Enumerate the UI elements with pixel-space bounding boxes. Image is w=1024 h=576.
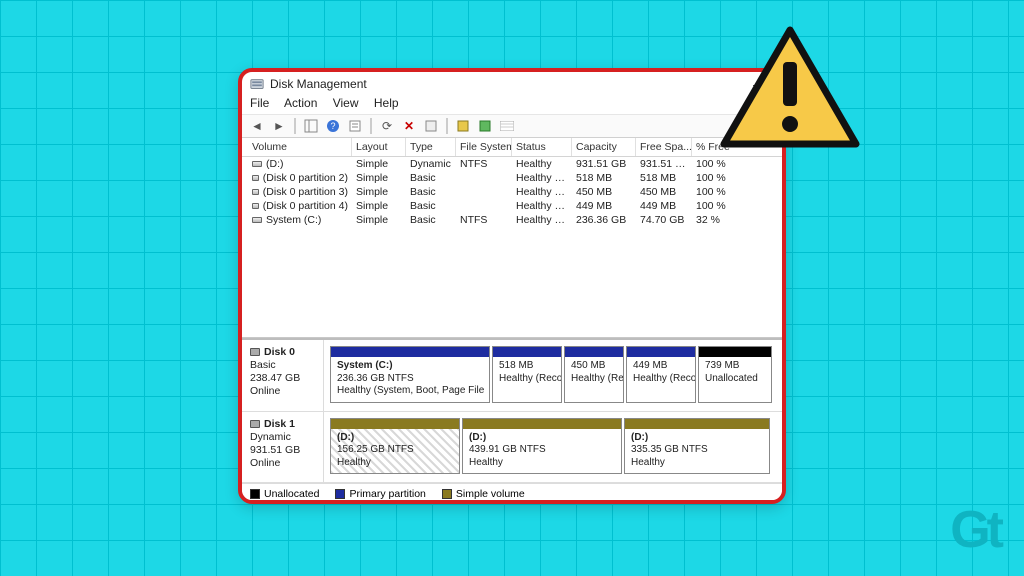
menu-help[interactable]: Help — [374, 96, 399, 110]
partition-block[interactable]: 518 MBHealthy (Recov — [492, 346, 562, 403]
partition-block[interactable]: System (C:)236.36 GB NTFSHealthy (System… — [330, 346, 490, 403]
window-title: Disk Management — [270, 77, 367, 91]
menu-view[interactable]: View — [333, 96, 359, 110]
col-layout[interactable]: Layout — [352, 138, 406, 156]
legend: Unallocated Primary partition Simple vol… — [242, 483, 782, 504]
menu-file[interactable]: File — [250, 96, 269, 110]
show-hide-tree-button[interactable] — [302, 117, 320, 135]
volume-row[interactable]: (Disk 0 partition 4) SimpleBasicHealthy … — [242, 199, 782, 213]
partition-block[interactable]: 739 MBUnallocated — [698, 346, 772, 403]
toolbar: ◄ ► ? ⟳ ✕ — [242, 114, 782, 138]
col-volume[interactable]: Volume — [248, 138, 352, 156]
toolbar-separator — [446, 118, 448, 134]
partition-block[interactable]: (D:)156.25 GB NTFSHealthy — [330, 418, 460, 475]
volume-row[interactable]: (D:) SimpleDynamicNTFSHealthy 931.51 GB9… — [242, 157, 782, 171]
volume-icon — [252, 189, 259, 195]
volume-icon — [252, 161, 262, 167]
delete-icon[interactable]: ✕ — [400, 117, 418, 135]
toolbar-separator — [294, 118, 296, 134]
menu-action[interactable]: Action — [284, 96, 317, 110]
forward-button[interactable]: ► — [270, 117, 288, 135]
menubar: File Action View Help — [242, 94, 782, 114]
volume-row[interactable]: (Disk 0 partition 3) SimpleBasicHealthy … — [242, 185, 782, 199]
col-free-space[interactable]: Free Spa... — [636, 138, 692, 156]
partition-block[interactable]: (D:)439.91 GB NTFSHealthy — [462, 418, 622, 475]
volume-list-empty — [242, 227, 782, 337]
legend-primary: Primary partition — [335, 488, 425, 500]
volume-icon — [252, 175, 259, 181]
partition-block[interactable]: 449 MBHealthy (Reco — [626, 346, 696, 403]
volume-row[interactable]: System (C:) SimpleBasicNTFSHealthy (S...… — [242, 213, 782, 227]
partition-block[interactable]: 450 MBHealthy (Recov — [564, 346, 624, 403]
toolbar-separator — [370, 118, 372, 134]
legend-simple-volume: Simple volume — [442, 488, 525, 500]
volume-row[interactable]: (Disk 0 partition 2) SimpleBasicHealthy … — [242, 171, 782, 185]
volume-icon — [252, 203, 259, 209]
disk-icon — [250, 420, 260, 428]
disk-icon — [250, 348, 260, 356]
back-button[interactable]: ◄ — [248, 117, 266, 135]
settings-icon[interactable] — [422, 117, 440, 135]
disk-side-info[interactable]: Disk 1Dynamic931.51 GBOnline — [242, 412, 324, 483]
disk-row: Disk 0Basic238.47 GBOnlineSystem (C:)236… — [242, 340, 782, 412]
disk-row: Disk 1Dynamic931.51 GBOnline(D:)156.25 G… — [242, 412, 782, 484]
app-icon — [250, 77, 264, 91]
disk-graphic-panel: Disk 0Basic238.47 GBOnlineSystem (C:)236… — [242, 338, 782, 483]
col-filesystem[interactable]: File System — [456, 138, 512, 156]
list-icon[interactable] — [498, 117, 516, 135]
col-type[interactable]: Type — [406, 138, 456, 156]
disk-management-window: Disk Management — File Action View Help … — [238, 68, 786, 504]
col-status[interactable]: Status — [512, 138, 572, 156]
partition-block[interactable]: (D:)335.35 GB NTFSHealthy — [624, 418, 770, 475]
legend-unallocated: Unallocated — [250, 488, 319, 500]
properties-button[interactable] — [346, 117, 364, 135]
volume-icon — [252, 217, 262, 223]
warning-sign-icon — [720, 26, 860, 150]
disk-side-info[interactable]: Disk 0Basic238.47 GBOnline — [242, 340, 324, 411]
volume-list[interactable]: Volume Layout Type File System Status Ca… — [242, 138, 782, 338]
svg-text:?: ? — [330, 121, 335, 131]
refresh-button[interactable]: ⟳ — [378, 117, 396, 135]
volume-list-header: Volume Layout Type File System Status Ca… — [242, 138, 782, 157]
action-icon[interactable] — [476, 117, 494, 135]
titlebar: Disk Management — — [242, 72, 782, 94]
new-volume-icon[interactable] — [454, 117, 472, 135]
watermark-logo: Gt — [950, 500, 1000, 560]
col-capacity[interactable]: Capacity — [572, 138, 636, 156]
help-button[interactable]: ? — [324, 117, 342, 135]
